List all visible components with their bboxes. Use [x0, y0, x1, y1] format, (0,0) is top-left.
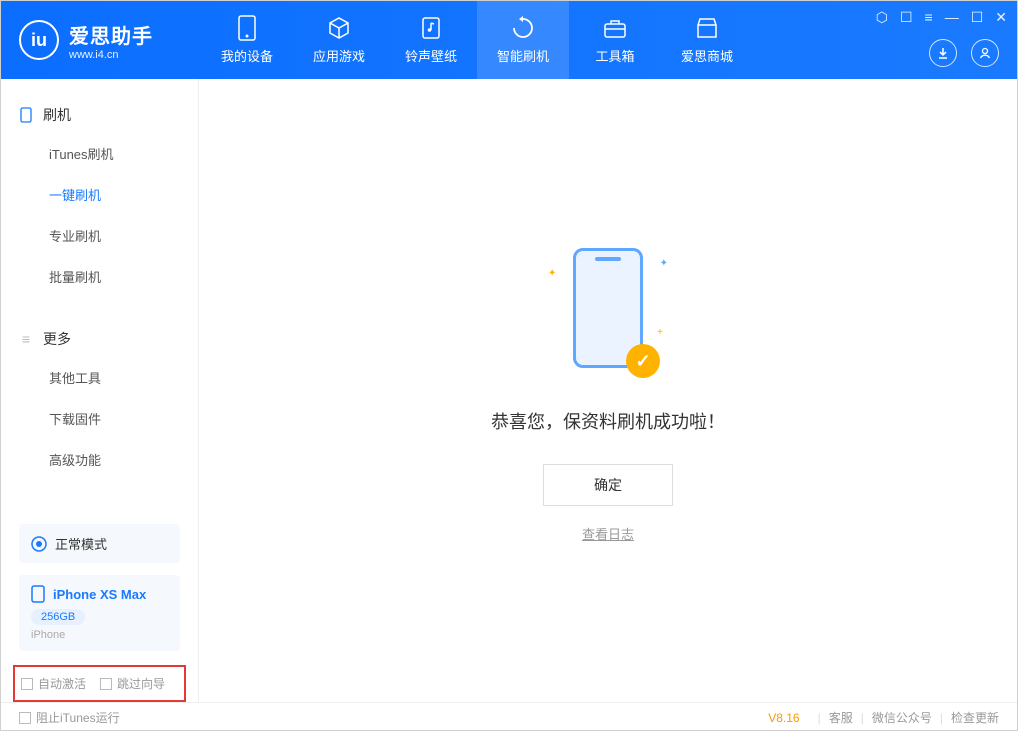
- list-icon: ≡: [19, 332, 33, 346]
- phone-outline-icon: [19, 108, 33, 122]
- sidebar-item-advanced[interactable]: 高级功能: [1, 439, 198, 480]
- sparkle-icon: ✦: [660, 258, 668, 269]
- version-label: V8.16: [768, 711, 799, 725]
- tab-my-device[interactable]: 我的设备: [201, 1, 293, 79]
- checkbox-block-itunes[interactable]: 阻止iTunes运行: [19, 709, 120, 726]
- checkbox-label: 自动激活: [38, 675, 86, 692]
- sidebar-section-flash: 刷机: [1, 97, 198, 133]
- music-icon: [419, 16, 443, 40]
- tab-apps-games[interactable]: 应用游戏: [293, 1, 385, 79]
- skin-icon[interactable]: ⬡: [876, 9, 888, 26]
- tab-label: 应用游戏: [313, 46, 365, 65]
- device-box[interactable]: iPhone XS Max 256GB iPhone: [19, 575, 180, 651]
- footer-link-wechat[interactable]: 微信公众号: [872, 709, 932, 726]
- tab-label: 智能刷机: [497, 46, 549, 65]
- body-area: 刷机 iTunes刷机 一键刷机 专业刷机 批量刷机 ≡ 更多 其他工具 下载固…: [1, 79, 1017, 702]
- logo-icon: iu: [19, 20, 59, 60]
- status-box[interactable]: 正常模式: [19, 524, 180, 563]
- device-name-label: iPhone XS Max: [53, 587, 146, 602]
- footer: 阻止iTunes运行 V8.16 | 客服 | 微信公众号 | 检查更新: [1, 702, 1017, 732]
- tab-smart-flash[interactable]: 智能刷机: [477, 1, 569, 79]
- section-title: 刷机: [43, 105, 71, 125]
- checkbox-icon: [19, 712, 31, 724]
- checkbox-skip-guide[interactable]: 跳过向导: [100, 675, 165, 692]
- device-small-icon: [31, 585, 45, 603]
- close-button[interactable]: ✕: [995, 9, 1007, 26]
- tab-label: 我的设备: [221, 46, 273, 65]
- options-highlight-box: 自动激活 跳过向导: [13, 665, 186, 702]
- tab-ringtones[interactable]: 铃声壁纸: [385, 1, 477, 79]
- tab-label: 铃声壁纸: [405, 46, 457, 65]
- checkbox-icon: [21, 678, 33, 690]
- checkbox-label: 跳过向导: [117, 675, 165, 692]
- tab-label: 爱思商城: [681, 46, 733, 65]
- tab-label: 工具箱: [595, 46, 634, 65]
- success-illustration: ✦ ✦ + ✓: [548, 238, 668, 388]
- app-url: www.i4.cn: [69, 49, 153, 61]
- cube-icon: [327, 16, 351, 40]
- sparkle-icon: ✦: [548, 268, 556, 279]
- maximize-button[interactable]: ☐: [971, 9, 984, 26]
- user-button[interactable]: [971, 39, 999, 67]
- sidebar-item-itunes-flash[interactable]: iTunes刷机: [1, 133, 198, 174]
- ok-button[interactable]: 确定: [543, 464, 673, 506]
- sparkle-icon: +: [657, 327, 663, 338]
- feedback-icon[interactable]: ☐: [900, 9, 913, 26]
- status-ok-icon: [31, 536, 47, 552]
- checkbox-icon: [100, 678, 112, 690]
- footer-link-update[interactable]: 检查更新: [951, 709, 999, 726]
- toolbox-icon: [603, 16, 627, 40]
- download-button[interactable]: [929, 39, 957, 67]
- section-title: 更多: [43, 329, 71, 349]
- store-icon: [695, 16, 719, 40]
- success-message: 恭喜您，保资料刷机成功啦！: [491, 408, 725, 434]
- footer-link-support[interactable]: 客服: [829, 709, 853, 726]
- view-log-link[interactable]: 查看日志: [582, 524, 634, 543]
- app-name: 爱思助手: [69, 20, 153, 49]
- sidebar-section-more: ≡ 更多: [1, 321, 198, 357]
- window-controls: ⬡ ☐ ≡ — ☐ ✕: [876, 9, 1007, 26]
- sidebar-item-oneclick-flash[interactable]: 一键刷机: [1, 174, 198, 215]
- header-actions: [929, 39, 999, 67]
- tab-store[interactable]: 爱思商城: [661, 1, 753, 79]
- checkbox-auto-activate[interactable]: 自动激活: [21, 675, 86, 692]
- device-storage-badge: 256GB: [31, 609, 85, 625]
- main-tabs: 我的设备 应用游戏 铃声壁纸 智能刷机 工具箱 爱思商城: [201, 1, 753, 79]
- sidebar: 刷机 iTunes刷机 一键刷机 专业刷机 批量刷机 ≡ 更多 其他工具 下载固…: [1, 79, 199, 702]
- refresh-icon: [511, 16, 535, 40]
- menu-icon[interactable]: ≡: [925, 9, 933, 26]
- sidebar-item-batch-flash[interactable]: 批量刷机: [1, 256, 198, 297]
- tab-toolbox[interactable]: 工具箱: [569, 1, 661, 79]
- status-label: 正常模式: [55, 534, 107, 553]
- app-header: iu 爱思助手 www.i4.cn 我的设备 应用游戏 铃声壁纸 智能刷机 工具…: [1, 1, 1017, 79]
- sidebar-item-download-firmware[interactable]: 下载固件: [1, 398, 198, 439]
- main-content: ✦ ✦ + ✓ 恭喜您，保资料刷机成功啦！ 确定 查看日志: [199, 79, 1017, 702]
- sidebar-item-other-tools[interactable]: 其他工具: [1, 357, 198, 398]
- device-type-label: iPhone: [31, 629, 168, 641]
- sidebar-item-pro-flash[interactable]: 专业刷机: [1, 215, 198, 256]
- minimize-button[interactable]: —: [945, 9, 959, 26]
- device-icon: [235, 16, 259, 40]
- checkbox-label: 阻止iTunes运行: [36, 709, 120, 726]
- logo-area: iu 爱思助手 www.i4.cn: [1, 20, 201, 61]
- checkmark-badge-icon: ✓: [626, 344, 660, 378]
